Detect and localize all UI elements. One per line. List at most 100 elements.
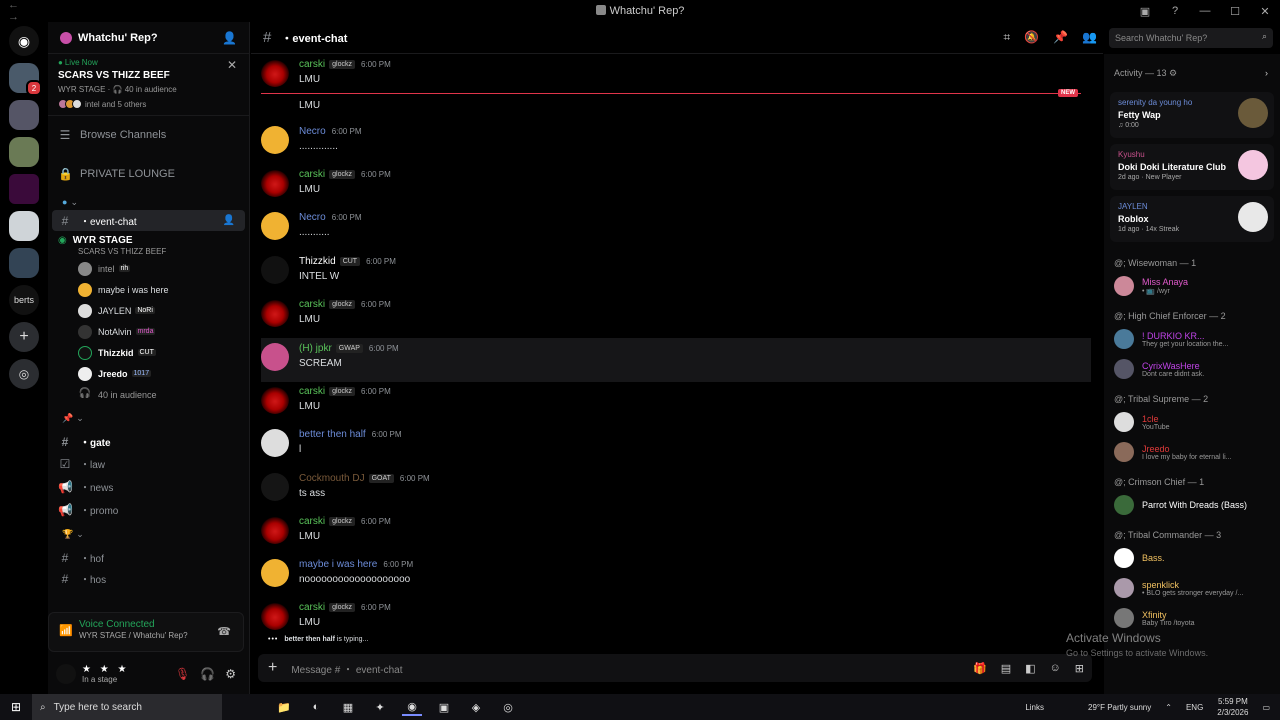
avatar[interactable] — [261, 299, 289, 327]
gear-icon[interactable]: ⚙ — [225, 667, 236, 681]
windows-start-icon[interactable]: ⊞ — [0, 700, 32, 714]
member-list-item[interactable]: spenklick • BLO gets stronger everyday /.… — [1104, 573, 1280, 603]
member-list-item[interactable]: 1cle YouTube — [1104, 407, 1280, 437]
disconnect-icon[interactable]: ☎ — [217, 625, 231, 638]
headphones-icon[interactable]: 🎧 — [200, 667, 215, 681]
message[interactable]: Necro 6:00 PM.............. — [261, 121, 1091, 165]
channel-news[interactable]: 📢 ・news — [48, 475, 249, 498]
server-icon-6[interactable] — [9, 248, 39, 278]
add-member-icon[interactable]: 👤 — [223, 215, 235, 226]
gift-icon[interactable]: 🎁 — [973, 662, 987, 675]
minimize-button[interactable]: — — [1190, 5, 1220, 17]
taskbar-search[interactable]: ⌕ Type here to search — [32, 694, 222, 720]
activity-card[interactable]: JAYLEN Roblox 1d ago · 14x Streak — [1110, 196, 1274, 242]
message[interactable]: Thizzkid CUT 6:00 PM INTEL W — [261, 251, 1091, 295]
discord-home-icon[interactable]: ◉ — [9, 26, 39, 56]
category-header[interactable]: 🏆 ⌄ — [48, 521, 249, 547]
stage-member[interactable]: maybe i was here — [48, 279, 249, 300]
stage-member[interactable]: JAYLEN NoRi — [48, 300, 249, 321]
avatar[interactable] — [261, 386, 289, 414]
add-attachment-icon[interactable]: + — [268, 659, 277, 677]
browse-channels[interactable]: ☰ Browse Channels — [48, 116, 249, 154]
message-author[interactable]: carski — [299, 299, 325, 310]
message[interactable]: Necro 6:00 PM........... — [261, 207, 1091, 251]
member-list-item[interactable]: Jreedo I love my baby for eternal li... — [1104, 437, 1280, 467]
search-input[interactable]: Search Whatchu' Rep? ⌕ — [1109, 28, 1273, 48]
help-icon[interactable]: ? — [1160, 5, 1190, 17]
app-icon[interactable]: ✦ — [370, 698, 390, 716]
message-author[interactable]: Cockmouth DJ — [299, 473, 365, 484]
server-icon-3[interactable] — [9, 137, 39, 167]
message-author[interactable]: Necro — [299, 126, 326, 137]
maximize-button[interactable]: ☐ — [1220, 5, 1250, 18]
avatar[interactable] — [261, 169, 289, 197]
private-lounge[interactable]: 🔒 PRIVATE LOUNGE — [48, 154, 249, 194]
member-list-item[interactable]: CyrixWasHere Dont care didnt ask. — [1104, 354, 1280, 384]
stage-member[interactable]: Jreedo 1017 — [48, 363, 249, 384]
close-icon[interactable]: ✕ — [227, 58, 237, 72]
inbox-icon[interactable]: ▣ — [1130, 5, 1160, 18]
member-list-item[interactable]: Miss Anaya • 📺 /wyr — [1104, 271, 1280, 301]
avatar[interactable] — [261, 343, 289, 371]
app-icon[interactable]: ◈ — [466, 698, 486, 716]
invite-icon[interactable]: 👤 — [222, 31, 237, 45]
chevron-up-icon[interactable]: ⌃ — [1165, 703, 1172, 712]
activity-header[interactable]: Activity — 13 ⚙ › — [1104, 54, 1280, 92]
message-composer[interactable]: + Message # ・ event-chat 🎁 ▤ ◧ ☺ ⊞ — [258, 654, 1092, 682]
channel-law[interactable]: ☑ ・law — [48, 452, 249, 475]
apps-icon[interactable]: ⊞ — [1075, 662, 1084, 675]
server-berts[interactable]: berts — [9, 285, 39, 315]
server-icon-2[interactable] — [9, 100, 39, 130]
channel-hof[interactable]: # ・hof — [48, 547, 249, 568]
category-header[interactable]: 📌 ⌄ — [48, 405, 249, 431]
file-explorer-icon[interactable]: 📁 — [274, 698, 294, 716]
member-list-item[interactable]: Bass. — [1104, 543, 1280, 573]
members-icon[interactable]: 👥 — [1082, 30, 1097, 45]
avatar[interactable] — [261, 256, 289, 284]
message[interactable]: Cockmouth DJ GOAT 6:00 PM ts ass — [261, 468, 1091, 512]
chevron-right-icon[interactable]: › — [1265, 68, 1268, 78]
app-icon[interactable]: ▣ — [434, 698, 454, 716]
message[interactable]: maybe i was here 6:00 PM noooooooooooooooo… — [261, 554, 1091, 598]
notifications-icon[interactable]: 🔕 — [1024, 30, 1039, 45]
member-list-item[interactable]: Xfinity Baby Tiro /toyota — [1104, 603, 1280, 633]
app-icon[interactable]: ◎ — [498, 698, 518, 716]
message-author[interactable]: carski — [299, 602, 325, 613]
message[interactable]: carski glockz 6:00 PM LMU — [261, 294, 1091, 338]
server-icon-1[interactable] — [9, 63, 42, 96]
threads-icon[interactable]: ⌗ — [1003, 30, 1010, 45]
links-toolbar[interactable]: Links — [1025, 703, 1044, 712]
channel-gate[interactable]: # ・gate — [48, 431, 249, 452]
stage-member[interactable]: Thizzkid CUT — [48, 342, 249, 363]
message-author[interactable]: better then half — [299, 429, 366, 440]
message-author[interactable]: maybe i was here — [299, 559, 377, 570]
history-nav[interactable]: ← → — [0, 0, 40, 23]
close-button[interactable]: ✕ — [1250, 5, 1280, 18]
message-author[interactable]: (H) jpkr — [299, 343, 332, 354]
avatar[interactable] — [261, 559, 289, 587]
notifications-icon[interactable]: ▭ — [1262, 703, 1270, 712]
member-list-item[interactable]: Parrot With Dreads (Bass) — [1104, 490, 1280, 520]
channel-promo[interactable]: 📢 ・promo — [48, 498, 249, 521]
stage-member[interactable]: NotAlvin mrda — [48, 321, 249, 342]
edge-icon[interactable]: ◐ — [306, 698, 326, 716]
message[interactable]: (H) jpkr GWAP 6:00 PM SCREAM — [261, 338, 1091, 382]
message[interactable]: carski glockz 6:00 PM LMU — [261, 381, 1091, 425]
message[interactable]: carski glockz 6:00 PM LMU — [261, 597, 1091, 641]
server-icon-5[interactable] — [9, 211, 39, 241]
server-icon-4[interactable] — [9, 174, 39, 204]
message-author[interactable]: Thizzkid — [299, 256, 336, 267]
gear-icon[interactable]: ⚙ — [1169, 68, 1177, 79]
language-indicator[interactable]: ENG — [1186, 703, 1203, 712]
avatar[interactable] — [261, 429, 289, 457]
avatar[interactable] — [261, 473, 289, 501]
category-header[interactable]: ● ⌄ — [48, 194, 249, 210]
avatar[interactable] — [261, 59, 289, 87]
message[interactable]: better then half 6:00 PM l — [261, 424, 1091, 468]
channel-event-chat[interactable]: # ・event-chat 👤 — [52, 210, 245, 231]
activity-card[interactable]: serenity da young ho Fetty Wap ♫ 0:00 — [1110, 92, 1274, 138]
clock[interactable]: 5:59 PM 2/3/2026 — [1217, 696, 1248, 718]
message-author[interactable]: carski — [299, 516, 325, 527]
voice-connected-panel[interactable]: 📶 Voice Connected WYR STAGE / Whatchu' R… — [48, 612, 244, 652]
message[interactable]: carski glockz 6:00 PM LMU — [261, 164, 1091, 208]
